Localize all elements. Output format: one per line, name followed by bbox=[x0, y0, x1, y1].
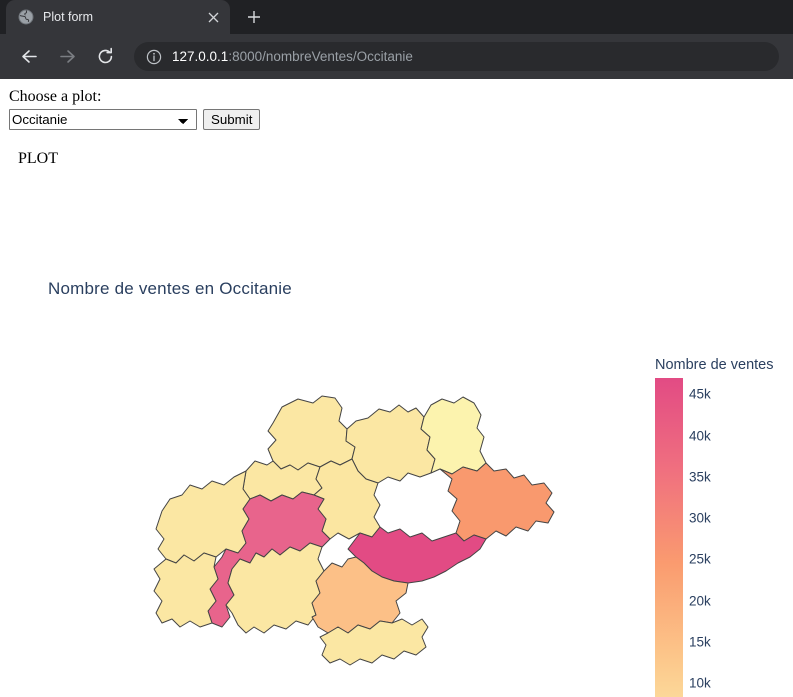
forward-button[interactable] bbox=[52, 42, 82, 72]
colorbar-title: Nombre de ventes bbox=[655, 357, 774, 373]
tab-strip: Plot form bbox=[0, 0, 793, 34]
new-tab-button[interactable] bbox=[240, 3, 268, 31]
page-content: Choose a plot: Occitanie Submit PLOT Nom… bbox=[0, 79, 793, 697]
url-path: :8000/nombreVentes/Occitanie bbox=[228, 49, 413, 64]
browser-tab[interactable]: Plot form bbox=[6, 0, 230, 34]
colorbar-ticks: 45k40k35k30k25k20k15k10k5k bbox=[689, 378, 749, 697]
choose-plot-label: Choose a plot: bbox=[9, 88, 102, 105]
plus-icon bbox=[248, 11, 260, 23]
colorbar bbox=[655, 378, 683, 697]
plot-select[interactable]: Occitanie bbox=[9, 109, 197, 130]
map-svg bbox=[153, 395, 555, 666]
arrow-right-icon bbox=[59, 50, 75, 63]
map-region-lot[interactable] bbox=[267, 395, 356, 471]
colorbar-tick-label: 40k bbox=[689, 428, 711, 444]
map-region-gers[interactable] bbox=[155, 470, 251, 564]
globe-icon bbox=[18, 9, 34, 25]
colorbar-tick-label: 45k bbox=[689, 386, 711, 402]
tab-title: Plot form bbox=[43, 10, 94, 24]
submit-button[interactable]: Submit bbox=[203, 109, 261, 130]
chart-title: Nombre de ventes en Occitanie bbox=[48, 279, 292, 298]
colorbar-tick-label: 25k bbox=[689, 551, 711, 567]
map-region-gard[interactable] bbox=[439, 462, 555, 542]
form-controls-row: Occitanie Submit bbox=[9, 109, 785, 130]
browser-window: Plot form 127.0.0.1:8000/nombreVentes/Oc… bbox=[0, 0, 793, 79]
arrow-left-icon bbox=[21, 50, 37, 63]
close-icon[interactable] bbox=[204, 8, 222, 26]
close-x-glyph bbox=[208, 12, 218, 22]
reload-icon bbox=[98, 47, 112, 64]
reload-button[interactable] bbox=[90, 42, 120, 72]
url-host: 127.0.0.1 bbox=[172, 49, 229, 64]
map-region-aveyron[interactable] bbox=[345, 404, 436, 484]
choropleth-map[interactable] bbox=[150, 381, 580, 691]
info-circle-icon[interactable] bbox=[146, 49, 162, 65]
colorbar-tick-label: 10k bbox=[689, 675, 711, 691]
colorbar-tick-label: 15k bbox=[689, 634, 711, 650]
colorbar-tick-label: 35k bbox=[689, 469, 711, 485]
address-bar[interactable]: 127.0.0.1:8000/nombreVentes/Occitanie bbox=[134, 42, 779, 71]
plotly-figure: Nombre de ventes en Occitanie Nombre de … bbox=[0, 141, 793, 697]
back-button[interactable] bbox=[14, 42, 44, 72]
colorbar-tick-label: 20k bbox=[689, 593, 711, 609]
url-text: 127.0.0.1:8000/nombreVentes/Occitanie bbox=[172, 49, 413, 64]
colorbar-tick-label: 30k bbox=[689, 510, 711, 526]
map-region-hautes-pyrenees[interactable] bbox=[153, 552, 219, 628]
browser-toolbar: 127.0.0.1:8000/nombreVentes/Occitanie bbox=[0, 34, 793, 79]
